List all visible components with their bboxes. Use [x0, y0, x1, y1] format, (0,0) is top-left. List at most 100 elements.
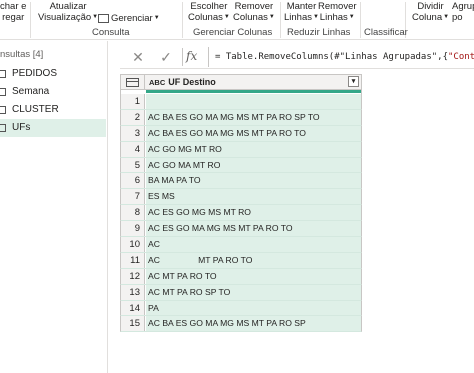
choose-columns-label: Escolher	[190, 1, 228, 12]
chevron-down-icon: ▼	[268, 14, 275, 20]
choose-columns-label-2: Colunas	[188, 12, 223, 24]
choose-columns-button[interactable]: Escolher Colunas▼	[188, 1, 230, 23]
table-cell[interactable]: AC GO MG MT RO	[146, 141, 361, 157]
column-filter-dropdown-icon[interactable]: ▾	[348, 76, 359, 87]
ribbon-group-labels: Consulta Gerenciar Colunas Reduzir Linha…	[0, 27, 474, 40]
formula-text: = Table.RemoveColumns(#"Linhas Agrupadas…	[215, 52, 448, 62]
chevron-down-icon: ▼	[443, 14, 450, 20]
table-cell[interactable]: AC BA ES GO MA MG MS MT PA RO TO	[146, 125, 361, 141]
keep-rows-label-2: Linhas	[284, 12, 312, 24]
chevron-down-icon: ▼	[223, 14, 230, 20]
row-number[interactable]: 14	[121, 300, 145, 316]
formula-separator	[182, 48, 183, 66]
table-row[interactable]: 9 AC ES GO MA MG MS MT PA RO TO	[120, 221, 362, 238]
row-number[interactable]: 6	[121, 173, 145, 189]
table-cell[interactable]: BA MA PA TO	[146, 173, 361, 189]
row-number[interactable]: 13	[121, 284, 145, 300]
table-cell[interactable]: ES MS	[146, 189, 361, 205]
table-cell[interactable]	[146, 94, 361, 109]
keep-rows-button[interactable]: Manter Linhas▼	[284, 1, 319, 23]
table-row[interactable]: 4 AC GO MG MT RO	[120, 141, 362, 158]
row-number[interactable]: 12	[121, 268, 145, 284]
chevron-down-icon: ▼	[153, 15, 160, 21]
queries-pane: nsultas [4] PEDIDOS Semana CLUSTER UFs	[0, 41, 108, 373]
table-row[interactable]: 6 BA MA PA TO	[120, 173, 362, 190]
table-row[interactable]: 8 AC ES GO MG MS MT RO	[120, 205, 362, 222]
column-quality-fill	[146, 90, 361, 93]
table-row[interactable]: 7 ES MS	[120, 189, 362, 206]
group-by-label-2: po	[452, 12, 463, 23]
row-number[interactable]: 15	[121, 316, 145, 332]
group-label-reduzir-linhas: Reduzir Linhas	[287, 27, 351, 38]
row-number[interactable]: 11	[121, 252, 145, 268]
refresh-preview-label-2: Visualização	[38, 12, 92, 24]
table-cell[interactable]: AC MT PA RO SP TO	[146, 284, 361, 300]
row-number[interactable]: 9	[121, 221, 145, 237]
row-number[interactable]: 7	[121, 189, 145, 205]
table-cell[interactable]: AC ES GO MG MS MT RO	[146, 205, 361, 221]
table-row[interactable]: 3 AC BA ES GO MA MG MS MT PA RO TO	[120, 125, 362, 142]
group-by-button[interactable]: Agrup po	[452, 1, 474, 23]
table-row[interactable]: 15 AC BA ES GO MA MG MS MT PA RO SP	[120, 316, 362, 333]
row-number[interactable]: 3	[121, 125, 145, 141]
formula-input[interactable]: = Table.RemoveColumns(#"Linhas Agrupadas…	[208, 47, 474, 67]
table-cell[interactable]: AC ES GO MA MG MS MT PA RO TO	[146, 221, 361, 237]
row-number[interactable]: 4	[121, 141, 145, 157]
refresh-preview-button[interactable]: Atualizar Visualização▼	[38, 1, 98, 23]
table-cell[interactable]: AC BA ES GO MA MG MS MT PA RO SP	[146, 316, 361, 332]
table-cell[interactable]: AC BA ES GO MA MG MS MT PA RO SP TO	[146, 109, 361, 125]
table-icon	[126, 78, 139, 87]
table-icon	[0, 124, 6, 132]
keep-rows-label: Manter	[286, 1, 317, 12]
row-number[interactable]: 10	[121, 237, 145, 252]
text-type-icon[interactable]: ABC	[149, 78, 165, 87]
table-cell[interactable]: PA	[146, 300, 361, 316]
grid-header: ABC UF Destino ▾	[120, 74, 362, 90]
table-menu-button[interactable]	[121, 75, 145, 89]
table-icon	[0, 88, 6, 96]
split-column-label-2: Coluna	[412, 12, 443, 24]
formula-bar: ✕ ✓ fx = Table.RemoveColumns(#"Linhas Ag…	[120, 45, 474, 69]
cancel-icon[interactable]: ✕	[128, 48, 148, 66]
manage-label: Gerenciar	[111, 13, 153, 25]
query-item-pedidos[interactable]: PEDIDOS	[0, 65, 106, 83]
table-row[interactable]: 11 AC MT PA RO TO	[120, 252, 362, 269]
split-column-label: Dividir	[417, 1, 444, 12]
close-and-load-label-2: regar	[2, 12, 25, 23]
confirm-icon[interactable]: ✓	[156, 48, 176, 66]
table-row[interactable]: 12 AC MT PA RO TO	[120, 268, 362, 285]
grid-rows: 1 2 AC BA ES GO MA MG MS MT PA RO SP TO 3 AC…	[120, 94, 362, 333]
column-header-uf-destino[interactable]: ABC UF Destino ▾	[146, 75, 361, 89]
table-row[interactable]: 1	[120, 94, 362, 110]
query-item-label: UFs	[12, 122, 31, 133]
manage-button[interactable]: Gerenciar▼	[98, 13, 160, 24]
row-number[interactable]: 1	[121, 94, 145, 109]
table-row[interactable]: 5 AC GO MA MT RO	[120, 157, 362, 174]
formula-string: "Contage	[448, 52, 474, 62]
remove-columns-button[interactable]: Remover Colunas▼	[233, 1, 275, 23]
row-number[interactable]: 2	[121, 109, 145, 125]
table-cell[interactable]: AC MT PA RO TO	[146, 268, 361, 284]
table-cell[interactable]: AC MT PA RO TO	[146, 252, 361, 268]
table-icon	[0, 70, 6, 78]
fx-icon: fx	[186, 49, 198, 63]
query-item-semana[interactable]: Semana	[0, 83, 106, 101]
remove-rows-button[interactable]: Remover Linhas▼	[318, 1, 357, 23]
remove-rows-label: Remover	[318, 1, 357, 12]
query-item-ufs[interactable]: UFs	[0, 119, 106, 137]
query-item-label: CLUSTER	[12, 104, 59, 115]
table-cell[interactable]: AC	[146, 237, 361, 252]
table-cell[interactable]: AC GO MA MT RO	[146, 157, 361, 173]
table-row[interactable]: 13 AC MT PA RO SP TO	[120, 284, 362, 301]
row-number[interactable]: 5	[121, 157, 145, 173]
row-number[interactable]: 8	[121, 205, 145, 221]
table-row[interactable]: 10 AC	[120, 237, 362, 253]
query-item-cluster[interactable]: CLUSTER	[0, 101, 106, 119]
remove-columns-label-2: Colunas	[233, 12, 268, 24]
remove-columns-label: Remover	[234, 1, 274, 12]
table-row[interactable]: 2 AC BA ES GO MA MG MS MT PA RO SP TO	[120, 109, 362, 126]
table-row[interactable]: 14 PA	[120, 300, 362, 317]
split-column-button[interactable]: Dividir Coluna▼	[412, 1, 449, 23]
remove-rows-label-2: Linhas	[319, 12, 348, 24]
close-and-load-button[interactable]: char e regar	[0, 1, 26, 23]
